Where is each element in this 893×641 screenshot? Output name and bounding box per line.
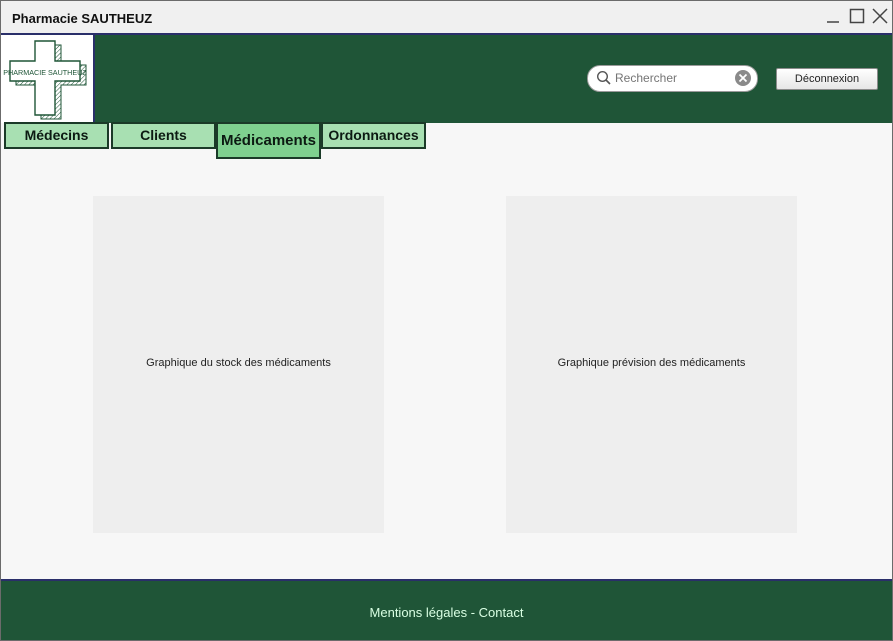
search-input[interactable] xyxy=(615,70,725,86)
search-icon xyxy=(596,70,612,91)
forecast-chart-label: Graphique prévision des médicaments xyxy=(557,357,746,369)
stock-chart-label: Graphique du stock des médicaments xyxy=(146,357,331,369)
logo-text: PHARMACIE SAUTHEUZ xyxy=(3,68,87,77)
search-box[interactable] xyxy=(587,65,758,92)
logout-button[interactable]: Déconnexion xyxy=(776,68,878,90)
forecast-chart-panel: Graphique prévision des médicaments xyxy=(506,196,797,533)
logo: PHARMACIE SAUTHEUZ xyxy=(1,35,95,123)
clear-search-icon[interactable] xyxy=(734,69,752,92)
header-bar: PHARMACIE SAUTHEUZ Déconnexion xyxy=(1,33,892,123)
footer: Mentions légales - Contact xyxy=(1,579,892,640)
title-bar: Pharmacie SAUTHEUZ xyxy=(1,1,892,34)
app-window: Pharmacie SAUTHEUZ PHARMACIE SAUTHEUZ Re… xyxy=(0,0,893,641)
pharmacy-cross-logo: PHARMACIE SAUTHEUZ xyxy=(3,40,87,120)
close-icon[interactable] xyxy=(870,6,890,26)
tab-clients[interactable]: Clients xyxy=(111,122,216,149)
tab-medicaments[interactable]: Médicaments xyxy=(216,122,321,159)
footer-links[interactable]: Mentions légales - Contact xyxy=(1,605,892,620)
tab-ordonnances[interactable]: Ordonnances xyxy=(321,122,426,149)
window-title: Pharmacie SAUTHEUZ xyxy=(12,11,153,26)
tab-medecins[interactable]: Médecins xyxy=(4,122,109,149)
stock-chart-panel: Graphique du stock des médicaments xyxy=(93,196,384,533)
minimize-icon[interactable] xyxy=(823,6,843,26)
maximize-icon[interactable] xyxy=(847,6,867,26)
